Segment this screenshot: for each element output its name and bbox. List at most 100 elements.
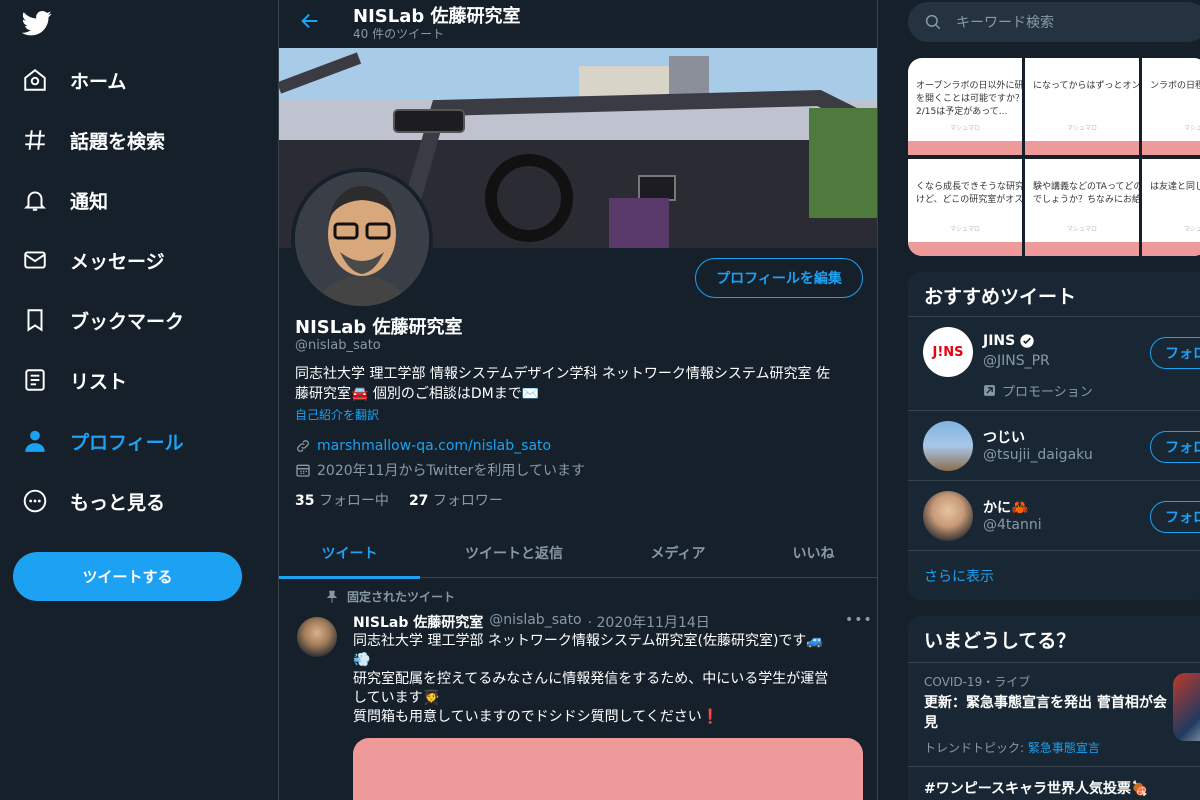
- person-icon: [25, 430, 45, 452]
- nav-lists[interactable]: リスト: [22, 360, 127, 400]
- follow-button[interactable]: フォロ: [1150, 431, 1200, 463]
- user-avatar-kani[interactable]: [923, 491, 973, 541]
- nav-home[interactable]: ホーム: [22, 60, 126, 100]
- nav-notifications-label: 通知: [70, 190, 109, 213]
- media-brand: マシュマロ: [1066, 125, 1097, 132]
- trend-topic-link[interactable]: 緊急事態宣言: [1028, 741, 1100, 755]
- tweet-author[interactable]: NISLab 佐藤研究室: [353, 612, 483, 632]
- show-more-row[interactable]: さらに表示: [908, 550, 1200, 600]
- media-thumb[interactable]: ンラボの日程っ マシュマロ: [1142, 58, 1200, 155]
- following-link[interactable]: 35 フォロー中: [295, 490, 389, 510]
- profile-website[interactable]: marshmallow-qa.com/nislab_sato: [295, 438, 551, 454]
- tweet-media[interactable]: [353, 738, 863, 800]
- nav-bookmarks[interactable]: ブックマーク: [22, 300, 184, 340]
- profile-avatar[interactable]: [291, 168, 433, 310]
- search-input[interactable]: キーワード検索: [908, 2, 1200, 42]
- followers-link[interactable]: 27 フォロワー: [409, 490, 503, 510]
- tweet-avatar[interactable]: [297, 617, 337, 657]
- tab-likes[interactable]: いいね: [748, 528, 877, 578]
- trend-title[interactable]: #ワンピースキャラ世界人気投票🍖: [924, 779, 1194, 799]
- nav-messages-label: メッセージ: [70, 250, 165, 273]
- media-thumb[interactable]: になってからはずっとオンライン マシュマロ: [1025, 58, 1139, 155]
- nav-profile[interactable]: プロフィール: [22, 421, 184, 461]
- trend-thumbnail[interactable]: [1173, 673, 1200, 741]
- right-sidebar: キーワード検索 オープンラボの日以外に研究室 を開くことは可能ですか？ 2/15…: [892, 0, 1200, 800]
- nav-explore[interactable]: 話題を検索: [22, 120, 165, 160]
- tab-tweets[interactable]: ツイート: [279, 528, 420, 579]
- media-foot: [908, 242, 1022, 256]
- search-icon: [925, 14, 941, 30]
- back-arrow-icon[interactable]: [299, 10, 321, 32]
- trend-item[interactable]: COVID-19・ライブ 更新：緊急事態宣言を発出 菅首相が会見 トレンドトピッ…: [908, 662, 1200, 766]
- user-avatar-jins[interactable]: J!NS: [923, 327, 973, 377]
- follow-button[interactable]: フォロ: [1150, 337, 1200, 369]
- bookmark-icon: [27, 309, 43, 332]
- profile-joined: 2020年11月からTwitterを利用しています: [295, 460, 585, 480]
- trend-subtitle: トレンドトピック: 緊急事態宣言: [924, 739, 1100, 756]
- user-name[interactable]: つじい: [983, 427, 1025, 447]
- profile-name: NISLab 佐藤研究室: [295, 317, 463, 338]
- media-foot: [1142, 242, 1200, 256]
- media-foot: [1025, 141, 1139, 155]
- nav-lists-label: リスト: [70, 370, 128, 393]
- following-count: 35: [295, 493, 315, 509]
- hashtag-icon: [25, 130, 45, 150]
- media-thumb[interactable]: オープンラボの日以外に研究室 を開くことは可能ですか？ 2/15は予定があって.…: [908, 58, 1022, 155]
- tweet-line-5: 質問箱も用意していますのでドシドシ質問してください❗: [353, 709, 720, 725]
- bio-line-2: 藤研究室🚘 個別のご相談はDMまで✉️: [295, 386, 540, 402]
- nav-more[interactable]: もっと見る: [22, 481, 165, 521]
- translate-bio-link[interactable]: 自己紹介を翻訳: [295, 406, 379, 423]
- trend-meta: COVID-19・ライブ: [924, 675, 1031, 689]
- calendar-icon: [296, 464, 310, 477]
- user-handle: @4tanni: [983, 517, 1042, 533]
- trend-item[interactable]: #ワンピースキャラ世界人気投票🍖: [908, 766, 1200, 800]
- nav-messages[interactable]: メッセージ: [22, 240, 165, 280]
- suggested-user[interactable]: つじい @tsujii_daigaku フォロ: [908, 410, 1200, 480]
- bell-icon: [23, 191, 47, 211]
- nav-notifications[interactable]: 通知: [22, 180, 108, 220]
- user-name[interactable]: かに🦀: [983, 497, 1028, 517]
- media-thumb[interactable]: くなら成長できそうな研究室に行き けど、どこの研究室がオススメです マシュマロ: [908, 159, 1022, 256]
- verified-badge-icon: [1020, 334, 1034, 348]
- more-circle-icon: [23, 489, 47, 513]
- user-name[interactable]: JINS: [983, 333, 1035, 349]
- user-avatar-tsujii[interactable]: [923, 421, 973, 471]
- nav-profile-label: プロフィール: [70, 431, 184, 454]
- show-more-link[interactable]: さらに表示: [924, 566, 994, 586]
- tweet-more-icon[interactable]: •••: [845, 612, 873, 628]
- tab-tweets-and-replies[interactable]: ツイートと返信: [420, 528, 608, 578]
- follow-button[interactable]: フォロ: [1150, 501, 1200, 533]
- twitter-bird-icon[interactable]: [22, 8, 52, 38]
- profile-website-text[interactable]: marshmallow-qa.com/nislab_sato: [317, 438, 551, 454]
- media-foot: [908, 141, 1022, 155]
- media-brand: マシュマロ: [949, 226, 980, 233]
- envelope-icon: [24, 251, 46, 269]
- trend-title[interactable]: 更新：緊急事態宣言を発出 菅首相が会見: [924, 693, 1169, 733]
- tweet-header: NISLab 佐藤研究室 @nislab_sato · 2020年11月14日: [353, 612, 863, 632]
- media-brand: マシュマロ: [1066, 226, 1097, 233]
- media-brand: マシュマロ: [1183, 125, 1200, 132]
- tab-media[interactable]: メディア: [608, 528, 748, 578]
- nav-home-label: ホーム: [70, 70, 127, 93]
- list-icon: [25, 369, 45, 391]
- media-brand: マシュマロ: [949, 125, 980, 132]
- nav-more-label: もっと見る: [70, 491, 166, 514]
- media-thumb[interactable]: 験や講義などのTAってどのように決 でしょうか？ちなみにお給料とかっ マシュマロ: [1025, 159, 1139, 256]
- who-to-follow-title: おすすめツイート: [924, 286, 1077, 308]
- trend-sub-prefix: トレンドトピック:: [924, 741, 1028, 755]
- suggested-user[interactable]: かに🦀 @4tanni フォロ: [908, 480, 1200, 550]
- tweet-button[interactable]: ツイートする: [13, 552, 242, 601]
- suggested-user[interactable]: J!NS JINS @JINS_PR プロモーション フォロ: [908, 316, 1200, 410]
- app-root: ホーム 話題を検索 通知 メッセージ ブックマーク リスト プロフィール もっと…: [0, 0, 1200, 800]
- media-foot: [1025, 242, 1139, 256]
- media-thumb[interactable]: は友達と同じこ マシュマロ: [1142, 159, 1200, 256]
- tweet-count: 40 件のツイート: [353, 27, 445, 41]
- media-text: を開くことは可能ですか？: [916, 94, 1022, 104]
- tweet-line-4: しています🧑‍🎓: [353, 690, 441, 706]
- trends-title: いまどうしてる？: [924, 630, 1076, 652]
- tweet-date[interactable]: · 2020年11月14日: [588, 612, 710, 632]
- profile-media-grid: オープンラボの日以外に研究室 を開くことは可能ですか？ 2/15は予定があって.…: [908, 58, 1200, 256]
- profile-header: NISLab 佐藤研究室 40 件のツイート: [279, 0, 877, 48]
- edit-profile-button[interactable]: プロフィールを編集: [695, 258, 863, 298]
- tweet-handle[interactable]: @nislab_sato: [489, 612, 581, 632]
